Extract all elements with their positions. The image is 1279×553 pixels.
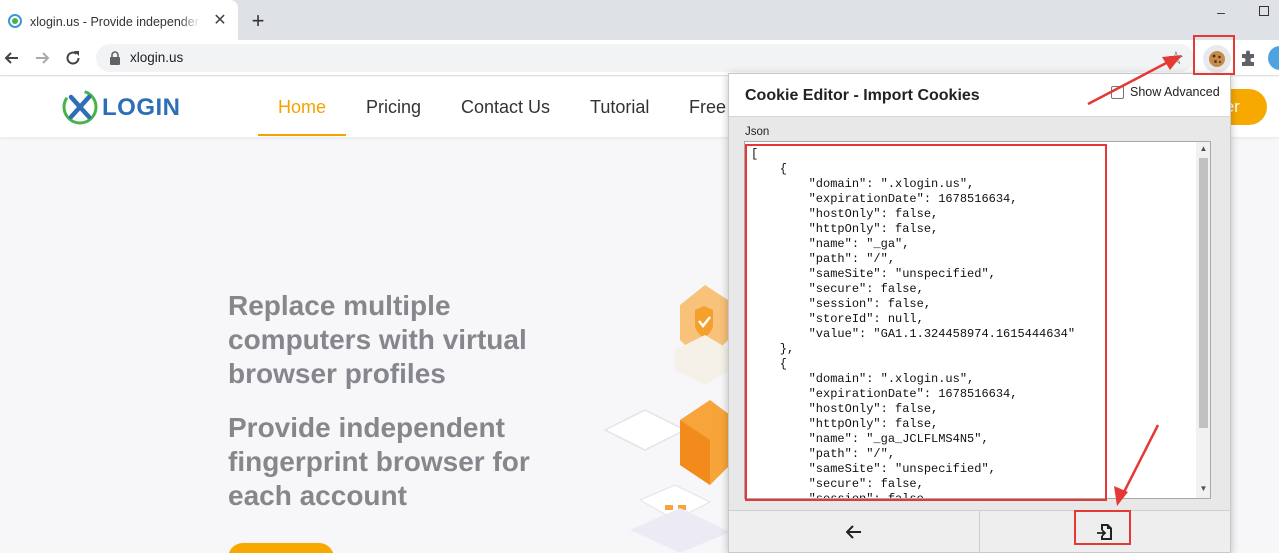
nav-free[interactable]: Free xyxy=(689,97,726,118)
annotation-box-import xyxy=(1074,510,1131,545)
tab-title: xlogin.us - Provide independent fingerpr… xyxy=(30,15,200,29)
scroll-thumb[interactable] xyxy=(1199,158,1208,428)
address-bar[interactable]: xlogin.us xyxy=(96,44,1194,72)
nav-contact-us[interactable]: Contact Us xyxy=(461,97,550,118)
browser-tab[interactable]: xlogin.us - Provide independent fingerpr… xyxy=(0,0,238,40)
tab-close-icon[interactable]: ✕ xyxy=(212,13,228,29)
nav-pricing[interactable]: Pricing xyxy=(366,97,421,118)
xlogin-logo[interactable]: LOGIN xyxy=(60,85,200,129)
annotation-box-json xyxy=(745,144,1107,501)
popup-footer xyxy=(729,510,1230,553)
window-minimize-button[interactable]: – xyxy=(1214,4,1228,20)
hero-illustration xyxy=(603,285,730,553)
popup-title: Cookie Editor - Import Cookies xyxy=(745,87,980,104)
logo-text: LOGIN xyxy=(102,94,181,121)
tab-strip: xlogin.us - Provide independent fingerpr… xyxy=(0,0,1279,40)
new-tab-button[interactable]: + xyxy=(249,10,267,32)
json-scrollbar[interactable]: ▲ ▼ xyxy=(1196,142,1210,498)
nav-active-underline xyxy=(258,134,346,136)
scroll-up-arrow-icon[interactable]: ▲ xyxy=(1196,144,1210,156)
forward-arrow-icon[interactable] xyxy=(32,48,52,68)
lock-icon xyxy=(110,51,120,65)
hero-headline: Replace multiple computers with virtual … xyxy=(228,290,527,389)
window-maximize-button[interactable] xyxy=(1259,6,1269,16)
site-favicon-icon xyxy=(8,14,22,28)
nav-home[interactable]: Home xyxy=(278,97,326,118)
hero-cta-button[interactable] xyxy=(228,543,334,553)
back-arrow-icon xyxy=(846,525,861,539)
hero-subheadline: Provide independent fingerprint browser … xyxy=(228,412,530,511)
back-button[interactable] xyxy=(729,511,979,553)
xlogin-logo-icon xyxy=(62,89,98,125)
extensions-puzzle-icon[interactable] xyxy=(1238,48,1258,68)
url-text: xlogin.us xyxy=(130,50,184,65)
show-advanced-checkbox[interactable] xyxy=(1111,86,1124,99)
reload-icon[interactable] xyxy=(63,48,83,68)
profile-avatar[interactable] xyxy=(1268,46,1279,70)
show-advanced-label: Show Advanced xyxy=(1130,85,1220,99)
scroll-down-arrow-icon[interactable]: ▼ xyxy=(1196,484,1210,496)
annotation-box-extension xyxy=(1193,35,1235,75)
browser-toolbar: xlogin.us ☆ xyxy=(0,40,1279,76)
back-arrow-icon[interactable] xyxy=(2,48,22,68)
nav-tutorial[interactable]: Tutorial xyxy=(590,97,649,118)
json-label: Json xyxy=(745,126,770,138)
bookmark-star-icon[interactable]: ☆ xyxy=(1166,48,1186,68)
